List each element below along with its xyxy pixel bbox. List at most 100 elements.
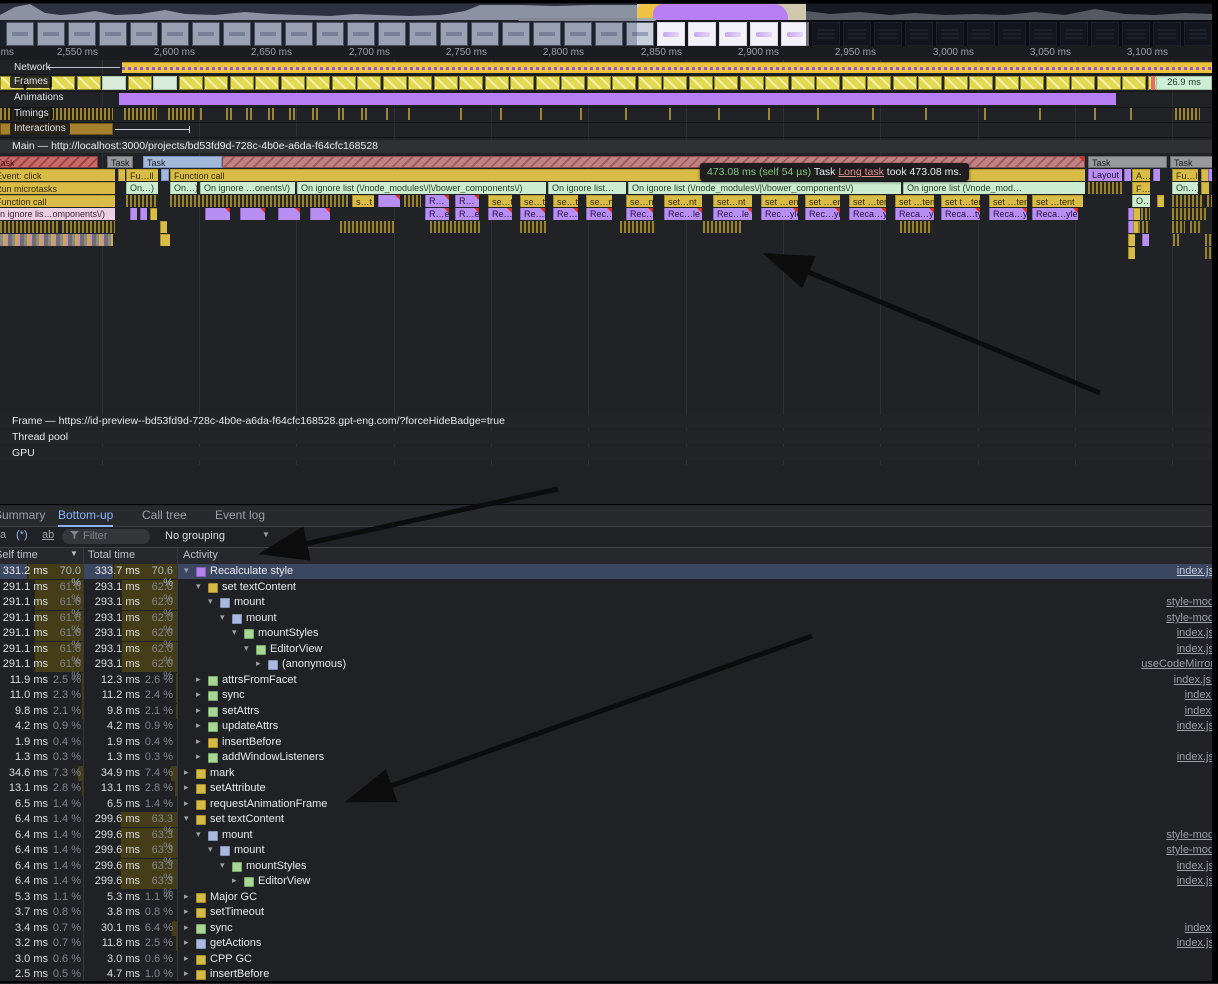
flame-block[interactable] xyxy=(1205,234,1212,246)
flame-block[interactable] xyxy=(378,195,400,207)
frame-block[interactable] xyxy=(77,76,101,90)
flame-block-o-[interactable]: O… xyxy=(1132,195,1150,207)
tree-expander[interactable]: ▾ xyxy=(184,813,189,824)
flame-block[interactable] xyxy=(1142,234,1149,246)
source-link[interactable]: style-mod xyxy=(1166,829,1214,841)
tree-expander[interactable]: ▾ xyxy=(244,643,249,654)
frame-block[interactable] xyxy=(612,76,636,90)
frame-block[interactable] xyxy=(102,76,126,90)
flame-block[interactable] xyxy=(160,221,167,233)
flame-block-reca-tyle[interactable]: Reca…tyle xyxy=(941,208,980,220)
flame-block-set-ent[interactable]: set …ent xyxy=(805,195,840,207)
frame-block[interactable] xyxy=(893,76,917,90)
frame-block[interactable] xyxy=(459,76,483,90)
tab-call-tree[interactable]: Call tree xyxy=(142,506,187,525)
flame-block[interactable] xyxy=(278,208,300,220)
frame-block[interactable] xyxy=(306,76,330,90)
flame-block-on-ignore-list-[interactable]: On ignore list… xyxy=(548,182,626,194)
filmstrip-thumbnail[interactable] xyxy=(285,22,313,46)
tree-expander[interactable]: ▸ xyxy=(184,968,189,979)
frame-block[interactable] xyxy=(1122,76,1146,90)
flame-block-task[interactable]: Task xyxy=(0,156,98,168)
grouping-select[interactable]: No grouping xyxy=(165,530,225,542)
flame-block[interactable] xyxy=(62,221,115,233)
flame-block-on-ignore-onents-[interactable]: On ignore …onents\/) xyxy=(200,182,295,194)
tree-expander[interactable]: ▾ xyxy=(208,844,213,855)
flame-block-fu-ll[interactable]: Fu…ll xyxy=(126,169,158,181)
flame-block-layout[interactable]: Layout xyxy=(1088,169,1122,181)
flame-block-task[interactable]: Task xyxy=(1088,156,1167,168)
table-row[interactable]: 2.5 ms0.5 %4.7 ms1.0 %▸insertBefore xyxy=(0,967,1212,982)
tree-expander[interactable]: ▸ xyxy=(196,751,201,762)
flame-block[interactable] xyxy=(310,208,330,220)
tree-expander[interactable]: ▾ xyxy=(220,860,225,871)
flame-block[interactable] xyxy=(161,169,169,181)
flame-block-set-tent[interactable]: set …tent xyxy=(849,195,886,207)
frame-block[interactable] xyxy=(255,76,279,90)
flame-block[interactable] xyxy=(1172,221,1185,233)
tree-expander[interactable]: ▾ xyxy=(196,829,201,840)
source-link[interactable]: index.js xyxy=(1177,565,1214,577)
regex-toggle[interactable]: (*) xyxy=(16,529,28,541)
filmstrip-thumbnail[interactable] xyxy=(37,22,65,46)
filmstrip-thumbnail[interactable] xyxy=(905,22,933,46)
frame-block[interactable] xyxy=(944,76,968,90)
frame-block[interactable] xyxy=(867,76,891,90)
tree-expander[interactable]: ▸ xyxy=(232,875,237,886)
tree-expander[interactable]: ▸ xyxy=(184,922,189,933)
flame-block-f-l[interactable]: F…l xyxy=(1132,182,1150,194)
table-row[interactable]: 6.4 ms1.4 %299.6 ms63.3 %▾mountstyle-mod xyxy=(0,828,1212,843)
frame-block[interactable] xyxy=(536,76,560,90)
frame-block[interactable] xyxy=(969,76,993,90)
filmstrip-thumbnail[interactable] xyxy=(719,22,747,46)
timings-track[interactable]: Timings xyxy=(0,107,1218,123)
flame-block[interactable] xyxy=(520,221,546,233)
frame-block[interactable] xyxy=(128,76,152,90)
table-row[interactable]: 6.4 ms1.4 %299.6 ms63.3 %▸EditorViewinde… xyxy=(0,874,1212,889)
frame-block[interactable] xyxy=(281,76,305,90)
flame-block-task[interactable]: Task xyxy=(1170,156,1214,168)
table-row[interactable]: 6.4 ms1.4 %299.6 ms63.3 %▾set textConten… xyxy=(0,812,1212,827)
tree-expander[interactable]: ▾ xyxy=(232,627,237,638)
frame-block[interactable] xyxy=(765,76,789,90)
frame-block[interactable] xyxy=(485,76,509,90)
source-link[interactable]: style-mod xyxy=(1166,612,1214,624)
table-row[interactable]: 11.0 ms2.3 %11.2 ms2.4 %▸syncindex. xyxy=(0,688,1212,703)
flame-block[interactable] xyxy=(150,208,157,220)
flame-block-on-ignore-lis-omponents-[interactable]: On ignore lis…omponents\/) xyxy=(0,208,115,220)
frame-block[interactable] xyxy=(1046,76,1070,90)
frame-block[interactable] xyxy=(153,76,177,90)
table-row[interactable]: 1.3 ms0.3 %1.3 ms0.3 %▸addWindowListener… xyxy=(0,750,1212,765)
source-link[interactable]: index.js xyxy=(1177,751,1214,763)
frame-block[interactable] xyxy=(51,76,75,90)
frame-block[interactable] xyxy=(918,76,942,90)
table-row[interactable]: 6.4 ms1.4 %299.6 ms63.3 %▾mountStylesind… xyxy=(0,859,1212,874)
flame-block[interactable] xyxy=(1192,208,1206,220)
flame-block[interactable] xyxy=(1138,221,1150,233)
tree-expander[interactable]: ▸ xyxy=(184,906,189,917)
tree-expander[interactable]: ▸ xyxy=(196,689,201,700)
flame-block-on-[interactable]: On…) xyxy=(126,182,158,194)
frame-block[interactable] xyxy=(561,76,585,90)
filmstrip-thumbnail[interactable] xyxy=(161,22,189,46)
flame-block-set-tent[interactable]: set …tent xyxy=(989,195,1027,207)
flame-block-on-[interactable]: On…) xyxy=(170,182,197,194)
source-link[interactable]: index.js xyxy=(1177,643,1214,655)
frame-block[interactable] xyxy=(408,76,432,90)
tree-expander[interactable]: ▾ xyxy=(184,565,189,576)
filmstrip-thumbnail[interactable] xyxy=(1029,22,1057,46)
flame-block-task[interactable]: Task xyxy=(107,156,133,168)
filmstrip-thumbnail[interactable] xyxy=(378,22,406,46)
frame-block[interactable] xyxy=(204,76,228,90)
filmstrip-thumbnail[interactable] xyxy=(471,22,499,46)
flame-block[interactable] xyxy=(340,221,395,233)
flame-block-fu-ll[interactable]: Fu…ll xyxy=(1172,169,1198,181)
flame-block-r-e[interactable]: R…e xyxy=(455,208,479,220)
tree-expander[interactable]: ▸ xyxy=(184,891,189,902)
flame-block-event-click[interactable]: Event: click xyxy=(0,169,115,181)
flame-block[interactable] xyxy=(170,195,348,207)
tab-event-log[interactable]: Event log xyxy=(215,506,265,525)
flame-block[interactable] xyxy=(1133,208,1140,220)
source-link[interactable]: index.js xyxy=(1177,627,1214,639)
tree-expander[interactable]: ▸ xyxy=(184,937,189,948)
